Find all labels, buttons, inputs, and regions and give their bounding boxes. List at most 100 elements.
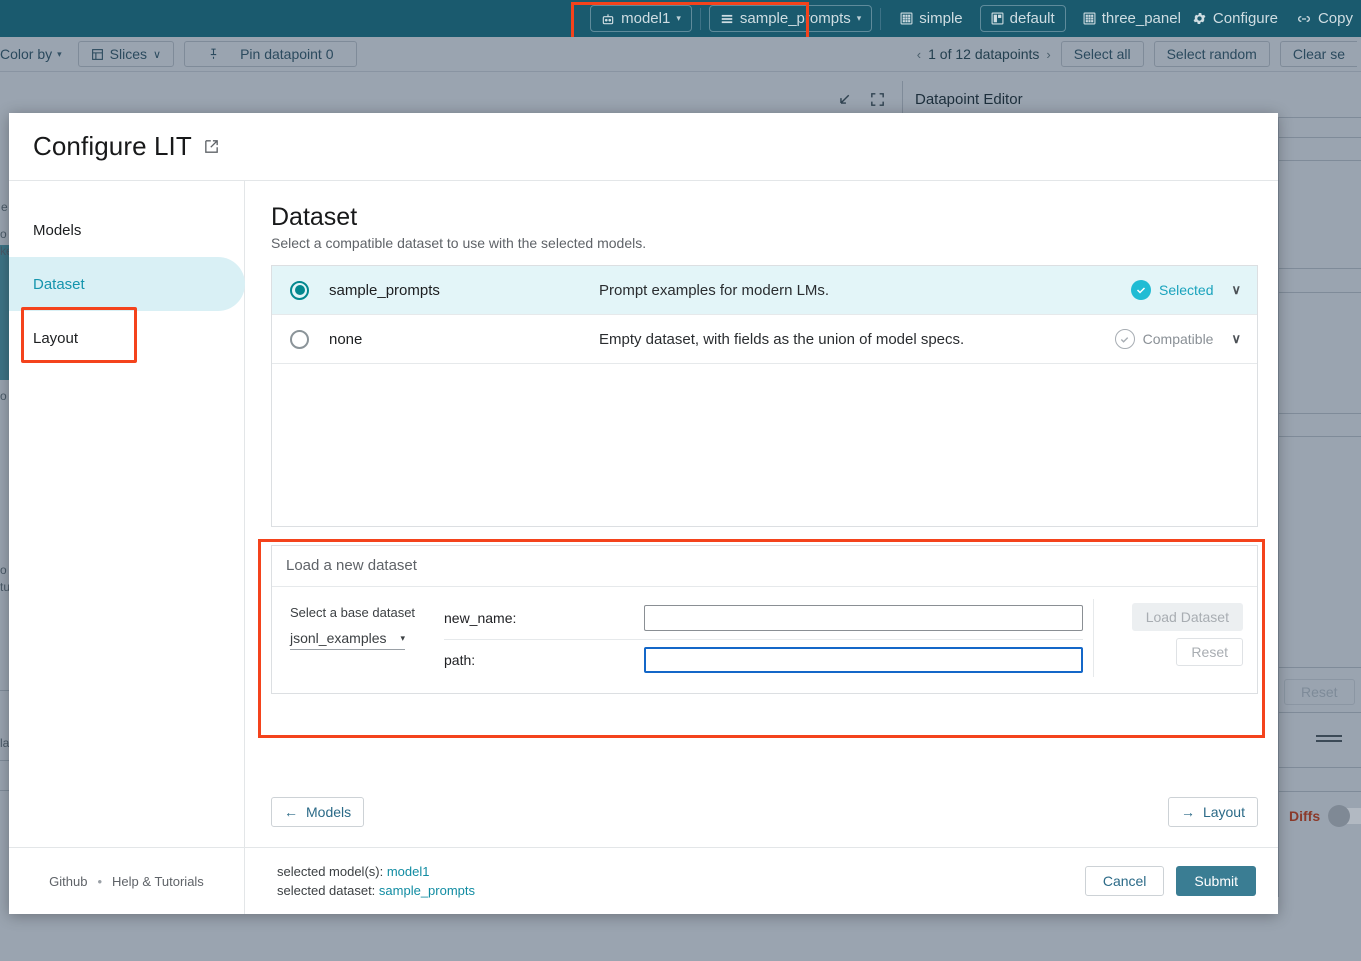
path-input[interactable] [644,647,1083,673]
bg-divider [1278,160,1361,161]
copy-link-button-label: Copy [1318,10,1353,27]
layout-tab-default[interactable]: default [980,5,1066,32]
submit-button[interactable]: Submit [1176,866,1256,896]
copy-link-button[interactable]: Copy [1296,10,1353,27]
diffs-toggle[interactable]: Diffs [1289,808,1361,824]
toggle-knob[interactable] [1328,805,1350,827]
new-dataset-fields: new_name: path: [430,599,1093,677]
bg-divider [1278,413,1361,414]
dataset-radio-selected[interactable] [290,281,309,300]
dataset-selector[interactable]: sample_prompts ▾ [709,5,872,32]
panels-icon [991,12,1004,25]
bg-divider [0,790,9,791]
sidebar-item-layout[interactable]: Layout [9,311,244,365]
base-dataset-label: Select a base dataset [290,605,430,620]
footer-links: Github • Help & Tutorials [9,848,245,914]
load-new-dataset-title: Load a new dataset [272,546,1257,587]
footer-actions: Cancel Submit [1085,866,1278,896]
bg-text-fragment: o [0,389,7,403]
layout-tab-three-panel-label: three_panel [1102,10,1181,27]
toggle-track[interactable] [1328,808,1361,824]
next-datapoint-button[interactable]: › [1046,47,1050,62]
drag-handle-icon[interactable] [1316,735,1342,745]
sidebar-item-label: Models [33,222,81,239]
select-random-button[interactable]: Select random [1154,41,1270,67]
layout-tab-three-panel[interactable]: three_panel [1072,5,1192,32]
github-link[interactable]: Github [49,874,87,889]
collapse-icon[interactable] [836,91,853,108]
next-to-layout-button[interactable]: → Layout [1168,797,1258,827]
load-dataset-actions: Load Dataset Reset [1093,599,1243,677]
external-link-icon[interactable] [203,138,220,155]
pin-icon [207,47,220,61]
sidebar-item-label: Dataset [33,276,85,293]
bg-divider [1278,436,1361,437]
cancel-button[interactable]: Cancel [1085,866,1165,896]
selected-dataset-label: selected dataset: [277,883,375,898]
background-reset-button[interactable]: Reset [1284,679,1355,705]
dialog-footer: Github • Help & Tutorials selected model… [9,847,1278,914]
base-dataset-select[interactable]: jsonl_examples ▾ [290,630,405,650]
sidebar-item-models[interactable]: Models [9,203,244,257]
new-name-input[interactable] [644,605,1083,631]
reset-button[interactable]: Reset [1176,638,1243,666]
configure-button-label: Configure [1213,10,1278,27]
sidebar-item-dataset[interactable]: Dataset [9,257,245,311]
prev-datapoint-button[interactable]: ‹ [917,47,921,62]
dataset-description: Prompt examples for modern LMs. [599,282,1131,299]
bg-divider [1278,767,1361,768]
slices-icon [91,48,104,61]
clear-selection-label: Clear se [1293,46,1345,62]
chevron-down-icon: ∨ [153,48,161,61]
select-all-label: Select all [1074,46,1131,62]
table-row[interactable]: none Empty dataset, with fields as the u… [272,315,1257,364]
section-title: Dataset [271,203,1258,232]
help-tutorials-link[interactable]: Help & Tutorials [112,874,204,889]
dataset-selector-label: sample_prompts [740,10,851,27]
section-subtitle: Select a compatible dataset to use with … [271,235,1258,251]
panel-header-row: Datapoint Editor [0,81,1361,117]
gear-icon [1192,11,1207,26]
dataset-radio-none[interactable] [290,330,309,349]
load-dataset-button[interactable]: Load Dataset [1132,603,1243,631]
color-by-selector[interactable]: Color by ▾ [0,42,68,66]
chevron-down-icon[interactable]: ∨ [1231,331,1241,347]
configure-button[interactable]: Configure [1192,10,1278,27]
slices-button[interactable]: Slices ∨ [78,41,174,67]
field-row-new-name: new_name: [444,599,1083,637]
color-by-label: Color by [0,46,52,62]
footer-summary: selected model(s): model1 selected datas… [245,862,475,900]
table-row[interactable]: sample_prompts Prompt examples for moder… [272,266,1257,315]
datapoint-editor-tab[interactable]: Datapoint Editor [902,81,1023,117]
chevron-down-icon: ▾ [57,49,62,60]
pin-datapoint-button[interactable]: Pin datapoint 0 [184,41,356,67]
new-name-label: new_name: [444,610,644,626]
back-to-models-button[interactable]: ← Models [271,797,364,827]
toolbar-divider [700,8,701,30]
footer-separator: • [97,874,102,889]
select-all-button[interactable]: Select all [1061,41,1144,67]
expand-icon[interactable] [869,91,886,108]
bg-divider [1278,667,1361,668]
grid-icon [900,12,913,25]
bg-divider [1278,117,1279,897]
link-icon [1296,11,1312,27]
dataset-name: sample_prompts [329,282,599,299]
bg-text-fragment: o [0,563,7,577]
dialog-body: Models Dataset Layout Dataset Select a c… [9,181,1278,847]
status-badge-label: Selected [1159,282,1213,298]
dialog-header: Configure LIT [9,113,1278,181]
robot-icon [601,12,615,26]
datapoint-editor-tab-label: Datapoint Editor [915,91,1023,108]
path-label: path: [444,652,644,668]
model-selector[interactable]: model1 ▾ [590,5,692,32]
status-badge-label: Compatible [1143,331,1214,347]
check-filled-icon [1131,280,1151,300]
bg-divider [1278,268,1361,269]
layout-tab-simple-label: simple [919,10,962,27]
layout-tab-simple[interactable]: simple [889,5,973,32]
clear-selection-button[interactable]: Clear se [1280,41,1357,67]
chevron-down-icon[interactable]: ∨ [1231,282,1241,298]
background-reset-label: Reset [1301,684,1338,700]
layout-tab-default-label: default [1010,10,1055,27]
